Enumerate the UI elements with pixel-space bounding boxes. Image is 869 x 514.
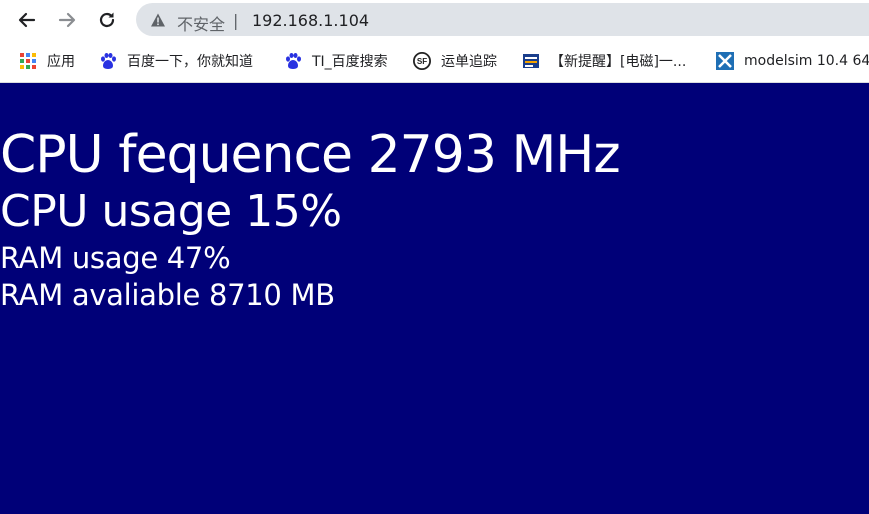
url-text[interactable]: 192.168.1.104 [252, 11, 369, 30]
warning-triangle-icon[interactable] [150, 12, 166, 28]
reload-button[interactable] [94, 7, 120, 33]
bookmarks-bar: 应用 百度一下，你就知道 TI_百度搜索 SF 运单追踪 【新提醒】[电磁]一.… [0, 38, 869, 83]
cpu-usage-text: CPU usage 15% [0, 186, 342, 237]
forward-button[interactable] [54, 7, 80, 33]
ram-usage-text: RAM usage 47% [0, 241, 231, 275]
bookmark-label: 【新提醒】[电磁]一... [550, 54, 687, 70]
ram-available-text: RAM avaliable 8710 MB [0, 278, 335, 312]
bookmark-apps[interactable]: 应用 [19, 50, 75, 72]
bookmark-label: modelsim 10.4 64 [744, 53, 869, 69]
cpu-frequency-text: CPU fequence 2793 MHz [0, 125, 621, 185]
bookmark-baidu[interactable]: 百度一下，你就知道 [99, 50, 253, 72]
sf-logo-icon: SF [413, 52, 431, 70]
xilinx-logo-icon [716, 52, 734, 70]
page-content: CPU fequence 2793 MHz CPU usage 15% RAM … [0, 83, 869, 514]
apps-grid-icon [19, 52, 37, 70]
bookmark-label: 百度一下，你就知道 [127, 54, 253, 70]
address-bar[interactable]: 不安全 | 192.168.1.104 [136, 3, 869, 36]
arrow-right-icon [58, 12, 76, 28]
site-logo-icon [522, 52, 540, 70]
url-separator: | [233, 11, 239, 30]
reload-icon [99, 12, 115, 28]
bookmark-label: 运单追踪 [441, 54, 497, 70]
bookmark-label: TI_百度搜索 [312, 54, 388, 70]
security-status-label[interactable]: 不安全 [177, 11, 225, 35]
svg-text:SF: SF [417, 57, 427, 66]
bookmark-tracking[interactable]: SF 运单追踪 [413, 50, 497, 72]
bookmark-modelsim[interactable]: modelsim 10.4 64 [716, 50, 869, 72]
browser-toolbar: 不安全 | 192.168.1.104 [0, 0, 869, 38]
bookmark-label: 应用 [47, 54, 75, 70]
bookmark-reminder[interactable]: 【新提醒】[电磁]一... [522, 50, 686, 72]
baidu-paw-icon [284, 52, 302, 70]
baidu-paw-icon [99, 52, 117, 70]
arrow-left-icon [18, 12, 36, 28]
back-button[interactable] [14, 7, 40, 33]
bookmark-ti-search[interactable]: TI_百度搜索 [284, 50, 388, 72]
